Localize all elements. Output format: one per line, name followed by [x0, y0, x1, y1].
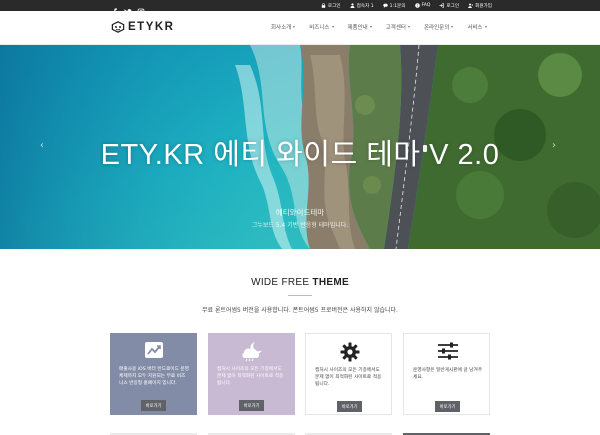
user-plus-icon	[468, 3, 474, 8]
nav-label: 서비스	[467, 25, 483, 31]
top-link-label: 접속자 1	[356, 3, 374, 9]
hero-subtitle-secondary: 그누보드 5.4 기반 반응형 테마입니다.	[251, 222, 349, 229]
hero-title: ETY.KR 에티 와이드 테마 V 2.0	[100, 139, 500, 171]
top-link-label: 회원가입	[475, 3, 492, 9]
top-link-label: 로그인	[446, 3, 460, 9]
top-bar: 로그인 접속자 1 1:1문의 ? FAQ 로그인 회원가입	[0, 0, 600, 16]
nav-label: 비즈니스	[309, 25, 330, 31]
site-header: ETYKR 회사소개 비즈니스 제품안내 고객센터 온라인문의 서비스	[0, 11, 600, 45]
nav-item-support[interactable]: 고객센터	[386, 23, 410, 31]
section-divider	[288, 295, 312, 296]
chevron-down-icon	[408, 26, 410, 28]
question-icon: ?	[414, 3, 420, 8]
feature-card-button[interactable]: 바로가기	[435, 401, 460, 412]
top-link-3[interactable]: 1:1문의	[382, 3, 406, 9]
chevron-down-icon	[293, 26, 296, 28]
chevron-down-icon	[331, 26, 334, 28]
instagram-icon[interactable]	[137, 1, 145, 16]
nav-label: 고객센터	[385, 25, 406, 31]
section-description: 무료 론트어썸5 버전을 사용합니다. 폰트어썸5 프로버전은 사용하지 않습니…	[202, 307, 398, 314]
nav-label: 온라인문의	[424, 25, 450, 31]
feature-card-text: 매출사용 iOS 버터 반드로이드 운영체제까지 모두 지원되는 무료 비즈니스…	[119, 367, 189, 386]
chart-line-icon	[110, 341, 197, 359]
nav-item-company[interactable]: 회사소개	[271, 23, 296, 31]
main-nav: 회사소개 비즈니스 제품안내 고객센터 온라인문의 서비스	[271, 23, 501, 31]
login-icon	[439, 3, 445, 8]
top-link-6[interactable]: 회원가입	[468, 3, 492, 9]
top-link-2[interactable]: 접속자 1	[350, 3, 374, 9]
chevron-down-icon	[369, 26, 372, 28]
top-link-5[interactable]: 로그인	[439, 3, 459, 9]
nav-label: 회사소개	[271, 25, 292, 31]
user-icon	[350, 3, 355, 8]
hero-banner: ‹ › ETY.KR 에티 와이드 테마 V 2.0 에티와이드테마 그누보드 …	[0, 45, 600, 249]
logo-text: ETYKR	[128, 21, 175, 33]
top-link-label: 1:1문의	[389, 3, 406, 9]
feature-card-2: 캡처시 사이즈의 모든 기종에서도 문제 없이 최적화된 사이트로 적용됩니다.…	[208, 333, 295, 415]
top-link-4[interactable]: ? FAQ	[414, 3, 431, 8]
chevron-down-icon	[484, 26, 487, 28]
top-link-label: FAQ	[421, 3, 431, 8]
chevron-down-icon	[451, 26, 454, 28]
sliders-icon	[404, 342, 491, 360]
nav-item-products[interactable]: 제품안내	[348, 23, 372, 31]
section-title-normal: WIDE FREE	[251, 277, 313, 288]
feature-card-3: 캡처시 사이즈의 모든 기종에서도 문제 없이 최적화된 사이트로 적용됩니다.…	[305, 333, 392, 415]
feature-card-text: 캡처시 사이즈의 모든 기종에서도 문제 없이 최적화된 사이트로 적용됩니다.	[315, 368, 382, 387]
feature-card-button[interactable]: 바로가기	[239, 400, 264, 411]
nav-label: 제품안내	[347, 25, 368, 31]
facebook-icon[interactable]	[111, 1, 119, 16]
nav-item-inquiry[interactable]: 온라인문의	[424, 23, 454, 31]
svg-text:?: ?	[416, 4, 418, 8]
section-title-bold: THEME	[312, 277, 349, 288]
nav-item-service[interactable]: 서비스	[467, 23, 487, 31]
top-link-1[interactable]: 로그인	[321, 3, 341, 9]
top-link-label: 로그인	[327, 3, 341, 9]
site-logo[interactable]: ETYKR	[111, 21, 174, 33]
lock-icon	[321, 3, 326, 8]
twitter-icon[interactable]	[124, 1, 132, 16]
feature-card-text: 캡처시 사이즈의 모든 기종에서도 문제 없이 최적화된 사이트로 적용됩니다.	[217, 367, 284, 386]
weather-night-icon	[208, 341, 295, 361]
chat-icon	[382, 3, 388, 8]
hero-subtitle: 에티와이드테마	[275, 208, 325, 217]
logo-icon	[111, 21, 125, 33]
feature-card-1: 매출사용 iOS 버터 반드로이드 운영체제까지 모두 지원되는 무료 비즈니스…	[110, 333, 197, 415]
top-links: 로그인 접속자 1 1:1문의 ? FAQ 로그인 회원가입	[321, 0, 492, 11]
social-links	[111, 1, 145, 16]
feature-card-4: 운영사항은 일반게시판에 글 남겨주세요. 바로가기	[403, 333, 490, 415]
nav-item-business[interactable]: 비즈니스	[309, 23, 334, 31]
section-title: WIDE FREE THEME	[0, 277, 600, 288]
feature-card-button[interactable]: 바로가기	[141, 400, 166, 411]
feature-card-text: 운영사항은 일반게시판에 글 남겨주세요.	[413, 368, 483, 380]
feature-card-button[interactable]: 바로가기	[337, 401, 362, 412]
gear-icon	[306, 342, 393, 362]
